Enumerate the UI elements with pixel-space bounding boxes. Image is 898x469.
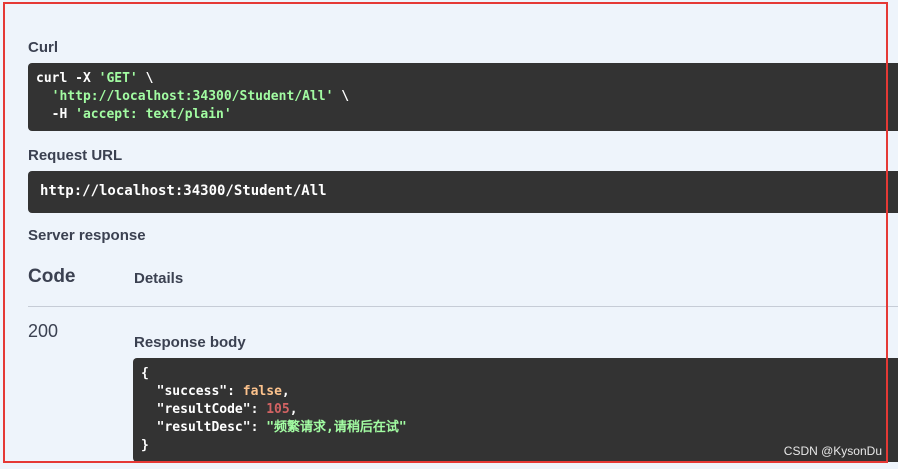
json-value-resultcode: 105 (266, 402, 290, 417)
curl-line-continuation: \ (333, 89, 350, 104)
server-response-title: Server response (28, 227, 146, 244)
curl-command-text: curl -X (36, 71, 99, 86)
status-code: 200 (28, 321, 59, 341)
json-key-resultdesc: "resultDesc" (156, 420, 251, 435)
curl-line-continuation: \ (137, 71, 154, 86)
response-code-header: Code (28, 266, 76, 287)
request-url-block[interactable]: http://localhost:34300/Student/All (28, 171, 898, 213)
json-close-brace: } (141, 438, 149, 453)
curl-title: Curl (28, 39, 58, 56)
response-panel: Curl curl -X 'GET' \ 'http://localhost:3… (0, 0, 898, 469)
curl-url: 'http://localhost:34300/Student/All' (51, 89, 334, 104)
table-header-divider (28, 306, 898, 307)
curl-method: 'GET' (98, 71, 138, 86)
request-url-value: http://localhost:34300/Student/All (40, 183, 327, 199)
curl-command-block[interactable]: curl -X 'GET' \ 'http://localhost:34300/… (28, 63, 898, 131)
response-body-title: Response body (134, 334, 246, 351)
json-key-success: "success" (156, 384, 228, 399)
json-value-success: false (242, 384, 282, 399)
json-key-resultcode: "resultCode" (156, 402, 251, 417)
curl-indent (36, 89, 52, 104)
curl-header-value: 'accept: text/plain' (75, 107, 232, 122)
response-details-header: Details (134, 270, 184, 287)
json-open-brace: { (141, 366, 149, 381)
json-value-resultdesc: "频繁请求,请稍后在试" (266, 420, 407, 435)
csdn-watermark: CSDN @KysonDu (783, 444, 882, 458)
curl-header-flag: -H (36, 107, 76, 122)
request-url-title: Request URL (28, 147, 123, 164)
